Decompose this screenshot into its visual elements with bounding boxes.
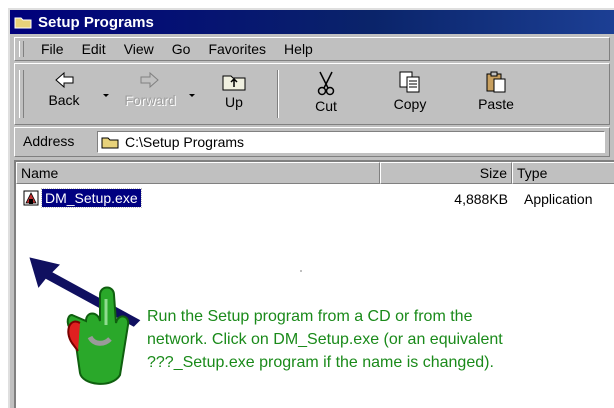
address-bar: Address C:\Setup Programs bbox=[14, 127, 610, 157]
toolbar-grip[interactable] bbox=[19, 70, 24, 118]
stray-pixel bbox=[300, 270, 302, 272]
file-name[interactable]: DM_Setup.exe bbox=[41, 188, 142, 208]
file-row[interactable]: DM_Setup.exe 4,888KB Application bbox=[16, 188, 614, 210]
callout-line-3: ???_Setup.exe program if the name is cha… bbox=[147, 354, 494, 371]
back-button[interactable]: Back bbox=[29, 66, 99, 122]
copy-button[interactable]: Copy bbox=[375, 66, 445, 122]
back-label: Back bbox=[48, 92, 80, 108]
column-header-name[interactable]: Name bbox=[16, 162, 380, 184]
forward-label: Forward bbox=[124, 92, 176, 108]
up-label: Up bbox=[225, 94, 243, 110]
file-size: 4,888KB bbox=[454, 191, 508, 207]
instruction-callout: Run the Setup program from a CD or from … bbox=[147, 305, 607, 374]
address-value: C:\Setup Programs bbox=[125, 134, 245, 150]
window-title: Setup Programs bbox=[38, 13, 154, 31]
setup-exe-icon bbox=[23, 190, 39, 206]
menu-go[interactable]: Go bbox=[163, 41, 200, 57]
up-folder-icon bbox=[222, 75, 246, 91]
standard-toolbar: Back Forward Up Cut Copy Paste bbox=[14, 63, 610, 125]
callout-line-2: network. Click on DM_Setup.exe (or an eq… bbox=[147, 331, 503, 348]
copy-icon bbox=[399, 71, 420, 93]
callout-line-1: Run the Setup program from a CD or from … bbox=[147, 308, 473, 325]
column-header-size[interactable]: Size bbox=[380, 162, 512, 184]
address-field[interactable]: C:\Setup Programs bbox=[97, 131, 605, 153]
paste-label: Paste bbox=[478, 96, 514, 112]
address-label: Address bbox=[23, 133, 75, 149]
menu-view[interactable]: View bbox=[115, 41, 163, 57]
paste-button[interactable]: Paste bbox=[461, 66, 531, 122]
pointing-hand-icon bbox=[66, 286, 130, 385]
menu-file[interactable]: File bbox=[32, 41, 73, 57]
back-arrow-icon bbox=[55, 71, 74, 89]
menu-edit[interactable]: Edit bbox=[73, 41, 115, 57]
column-header-type[interactable]: Type bbox=[512, 162, 614, 184]
cut-label: Cut bbox=[315, 98, 337, 114]
forward-arrow-icon bbox=[140, 71, 159, 89]
menubar-grip[interactable] bbox=[19, 41, 24, 57]
menu-help[interactable]: Help bbox=[275, 41, 322, 57]
back-dropdown-icon[interactable] bbox=[103, 94, 109, 97]
toolbar-separator bbox=[277, 70, 279, 118]
up-button[interactable]: Up bbox=[199, 66, 269, 122]
copy-label: Copy bbox=[393, 96, 427, 112]
cut-button[interactable]: Cut bbox=[291, 66, 361, 122]
title-bar[interactable]: Setup Programs bbox=[10, 10, 614, 34]
menu-favorites[interactable]: Favorites bbox=[199, 41, 275, 57]
forward-button[interactable]: Forward bbox=[115, 66, 185, 122]
forward-dropdown-icon bbox=[189, 94, 195, 97]
menu-bar: File Edit View Go Favorites Help bbox=[14, 37, 610, 61]
scissors-icon bbox=[317, 71, 335, 96]
folder-icon bbox=[14, 17, 32, 29]
folder-icon bbox=[101, 137, 119, 149]
file-type: Application bbox=[524, 191, 593, 207]
paste-icon bbox=[486, 71, 506, 93]
